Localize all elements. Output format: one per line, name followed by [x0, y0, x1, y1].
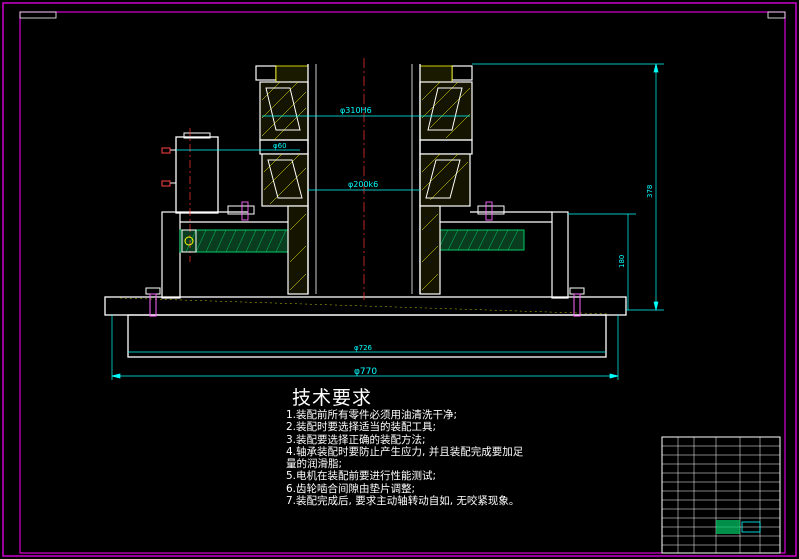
left-housing — [161, 211, 290, 299]
requirement-item: 6.齿轮啮合间隙由垫片调整; — [286, 482, 416, 495]
right-gear — [431, 229, 525, 251]
base-bolt-right — [569, 287, 585, 317]
left-flange-bolt — [241, 201, 249, 221]
requirements-title: 技术要求 — [292, 387, 373, 409]
title-block — [661, 436, 781, 554]
corner-mark-box — [767, 11, 786, 19]
dim-small-dia: φ60 — [273, 142, 287, 150]
right-housing — [430, 211, 569, 299]
dim-inner-dia: φ726 — [354, 344, 373, 352]
column-left — [255, 65, 309, 295]
dim-height-total: 378 — [646, 185, 654, 198]
requirement-item: 量的润滑脂; — [286, 458, 343, 471]
dim-height-base: 180 — [618, 255, 626, 268]
corner-label-box — [19, 11, 57, 19]
requirements-list: 1.装配前所有零件必须用油清洗干净; 2.装配时要选择适当的装配工具; 3.装配… — [286, 409, 523, 507]
requirement-item: 7.装配完成后, 要求主动轴转动自如, 无咬紧现象。 — [286, 495, 520, 508]
right-flange-bolt — [485, 201, 493, 221]
requirement-item: 5.电机在装配前要进行性能测试; — [286, 470, 437, 483]
requirement-item: 2.装配时要选择适当的装配工具; — [286, 421, 437, 434]
drawing-sheet: φ310H6 φ60 φ200k6 φ726 φ770 378 180 技术要求… — [0, 0, 799, 559]
dim-bore-fit: φ310H6 — [340, 106, 372, 115]
motor-terminal-upper — [161, 147, 171, 154]
dim-shaft-fit: φ200k6 — [348, 180, 378, 189]
requirement-item: 4.轴承装配时要防止产生应力, 并且装配完成要加足 — [286, 445, 524, 458]
motor-terminal-lower — [161, 180, 171, 187]
column-right — [419, 65, 473, 295]
right-flange — [477, 205, 505, 215]
requirement-item: 1.装配前所有零件必须用油清洗干净; — [286, 409, 458, 421]
left-flange — [227, 205, 255, 215]
base-bolt-left — [145, 287, 161, 317]
dim-outer-dia: φ770 — [354, 367, 377, 377]
requirement-item: 3.装配要选择正确的装配方法; — [286, 433, 426, 446]
main-shaft — [307, 58, 421, 300]
